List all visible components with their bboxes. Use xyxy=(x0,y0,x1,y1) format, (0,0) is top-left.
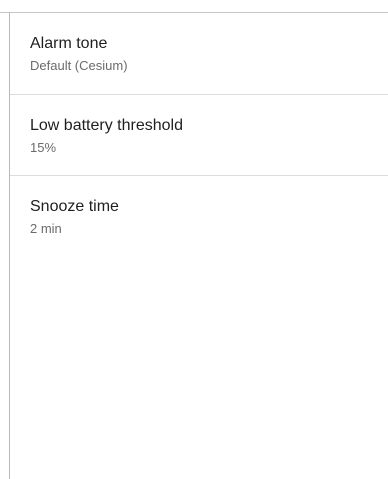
preference-list: Alarm tone Default (Cesium) Low battery … xyxy=(10,13,388,256)
preference-summary: Default (Cesium) xyxy=(30,58,128,73)
preference-summary: 15% xyxy=(30,140,57,155)
preference-title: Snooze time xyxy=(30,198,119,215)
settings-panel: Alarm tone Default (Cesium) Low battery … xyxy=(0,0,388,479)
preference-item-alarm-tone[interactable]: Alarm tone Default (Cesium) xyxy=(10,13,388,94)
preference-summary: 2 min xyxy=(30,221,62,236)
preference-item-low-battery-threshold[interactable]: Low battery threshold 15% xyxy=(10,94,388,175)
preference-title: Alarm tone xyxy=(30,35,108,52)
preference-item-snooze-time[interactable]: Snooze time 2 min xyxy=(10,175,388,256)
preference-title: Low battery threshold xyxy=(30,117,183,134)
